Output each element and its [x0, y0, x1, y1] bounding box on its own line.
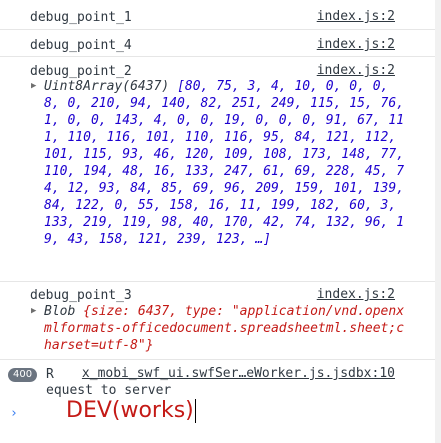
source-link[interactable]: index.js:2	[317, 287, 395, 302]
console-input[interactable]: DEV(works)	[66, 398, 196, 423]
blob-type: Blob	[44, 304, 76, 319]
log-row: debug_point_1 index.js:2	[0, 0, 441, 30]
log-message: debug_point_3	[30, 288, 132, 303]
expand-triangle-icon[interactable]: ▶	[31, 81, 36, 91]
array-values: [80, 75, 3, 4, 10, 0, 0, 0, 8, 0, 210, 9…	[44, 79, 412, 247]
log-message-continuation: equest to server	[46, 383, 172, 398]
source-link[interactable]: x_mobi_swf_ui.swfSer…eWorker.js.jsdbx:10	[82, 366, 395, 381]
console-input-value: DEV(works)	[66, 398, 194, 423]
source-link[interactable]: index.js:2	[317, 37, 395, 52]
array-type: Uint8Array(6437)	[44, 79, 170, 94]
log-message: R	[46, 367, 54, 382]
log-message: debug_point_1	[30, 10, 132, 25]
blob-values: {size: 6437, type: "application/vnd.open…	[44, 304, 405, 353]
text-caret	[194, 399, 196, 423]
log-message: debug_point_4	[30, 38, 132, 53]
log-row: 400 R x_mobi_swf_ui.swfSer…eWorker.js.js…	[0, 360, 441, 398]
source-link[interactable]: index.js:2	[317, 63, 395, 78]
expand-triangle-icon[interactable]: ▶	[31, 306, 36, 316]
source-link[interactable]: index.js:2	[317, 9, 395, 24]
repeat-count-badge: 400	[8, 368, 38, 382]
console-prompt-icon: ›	[10, 406, 18, 421]
uint8array-preview[interactable]: Uint8Array(6437) [80, 75, 3, 4, 10, 0, 0…	[44, 78, 410, 248]
log-row: debug_point_3 index.js:2 ▶ Blob {size: 6…	[0, 282, 441, 360]
blob-preview[interactable]: Blob {size: 6437, type: "application/vnd…	[44, 303, 410, 354]
log-row: debug_point_4 index.js:2	[0, 30, 441, 57]
scrollbar[interactable]	[435, 0, 441, 443]
log-row: debug_point_2 index.js:2 ▶ Uint8Array(64…	[0, 57, 441, 282]
